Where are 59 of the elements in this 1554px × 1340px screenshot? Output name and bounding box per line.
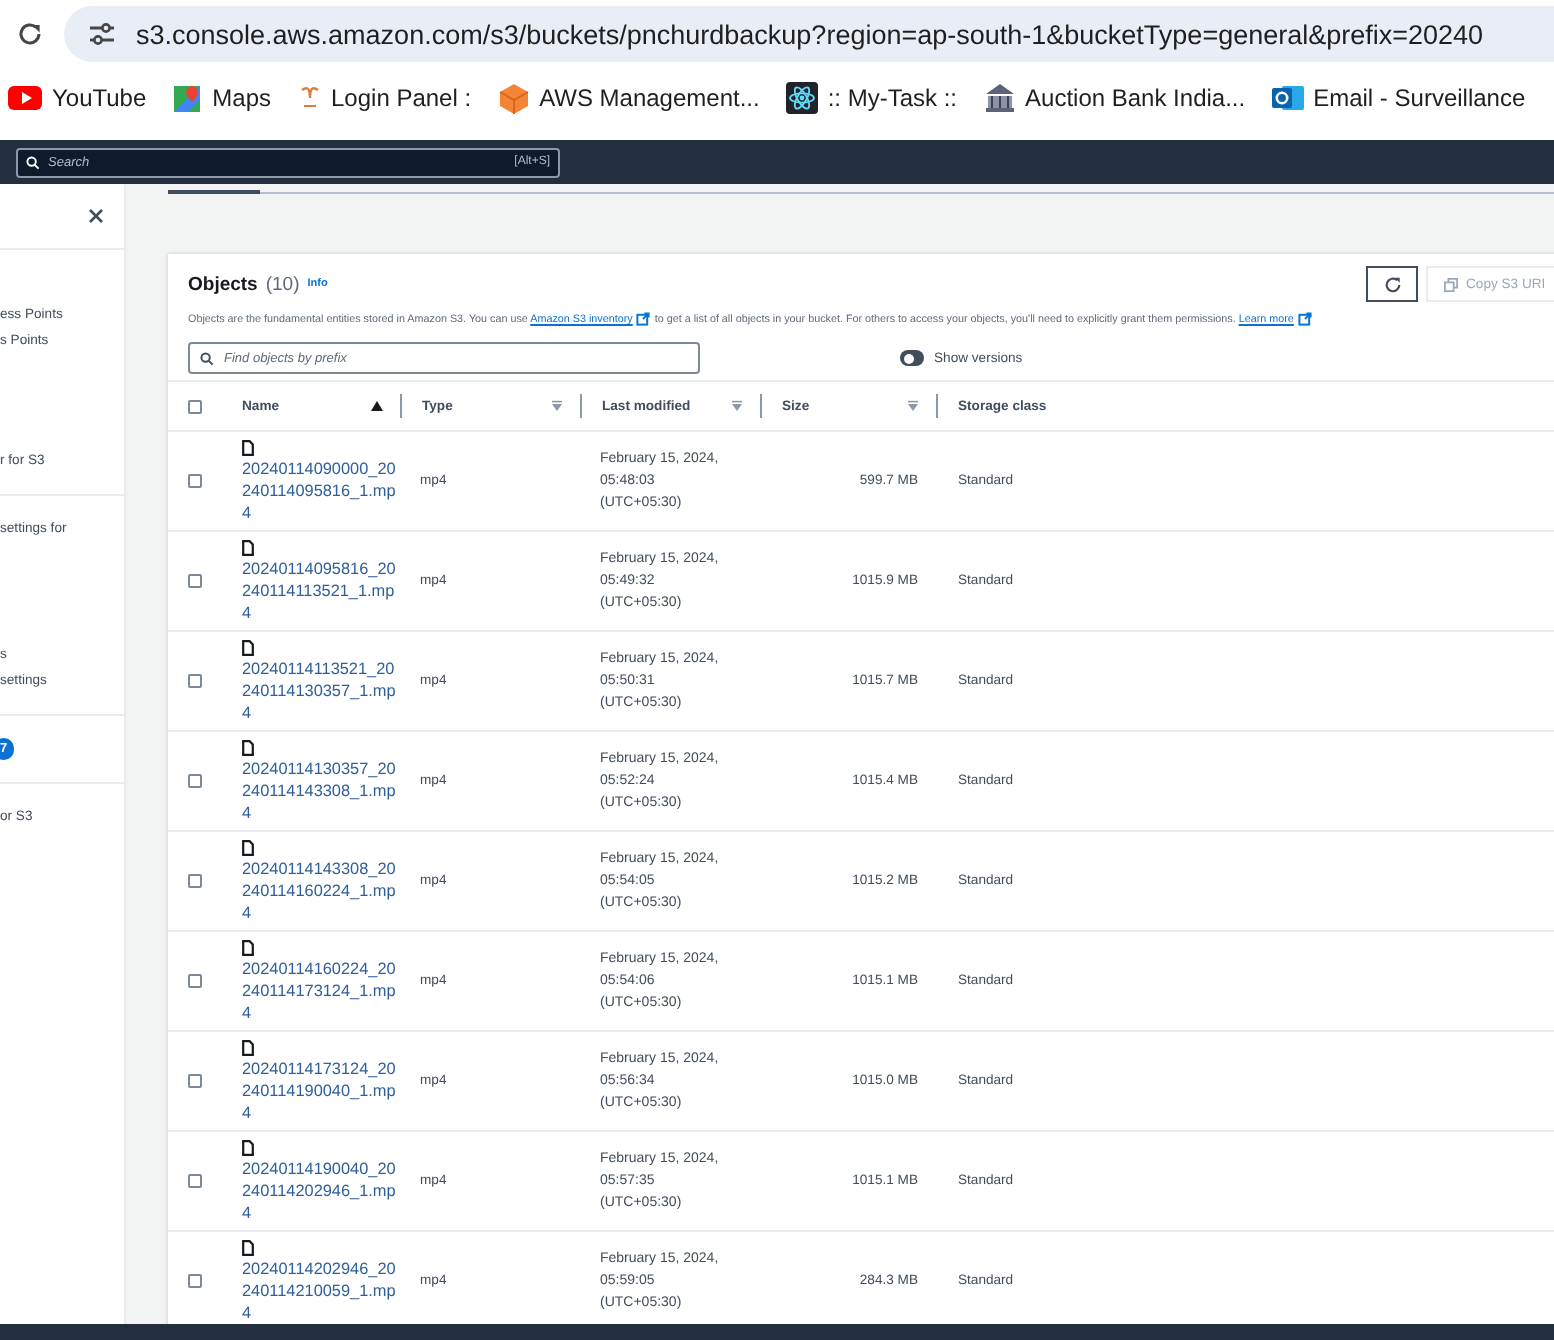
sort-icon[interactable] bbox=[550, 400, 564, 412]
bookmark-link[interactable]: :: My-Task :: bbox=[827, 84, 958, 112]
object-name-link[interactable]: 20240114130357_20240114143308_1.mp4 bbox=[242, 757, 398, 823]
sort-icon[interactable] bbox=[906, 400, 920, 412]
object-name-link[interactable]: 20240114143308_20240114160224_1.mp4 bbox=[242, 857, 398, 923]
row-checkbox[interactable] bbox=[188, 674, 202, 688]
close-icon[interactable] bbox=[88, 208, 104, 224]
row-checkbox[interactable] bbox=[188, 874, 202, 888]
building-icon bbox=[983, 82, 1016, 114]
object-name-link[interactable]: 20240114160224_20240114173124_1.mp4 bbox=[242, 957, 398, 1023]
file-icon bbox=[242, 939, 254, 955]
search-icon bbox=[200, 351, 214, 365]
object-name-link[interactable]: 20240114173124_20240114190040_1.mp4 bbox=[242, 1057, 398, 1123]
mail-logo-icon bbox=[1271, 82, 1304, 114]
refresh-button[interactable] bbox=[1366, 266, 1418, 302]
logo-icon bbox=[297, 84, 321, 112]
bookmark-link[interactable]: AWS Management... bbox=[539, 84, 760, 112]
file-icon bbox=[242, 1239, 254, 1255]
object-count: (10) bbox=[265, 273, 300, 295]
file-icon bbox=[242, 539, 254, 555]
row-checkbox[interactable] bbox=[188, 774, 202, 788]
versions-toggle[interactable] bbox=[900, 350, 924, 366]
select-all-checkbox[interactable] bbox=[188, 399, 202, 413]
object-name-link[interactable]: 20240114090000_20240114095816_1.mp4 bbox=[242, 457, 398, 523]
row-checkbox[interactable] bbox=[188, 1274, 202, 1288]
map-pin-icon bbox=[172, 83, 203, 113]
object-name-link[interactable]: 20240114190040_20240114202946_1.mp4 bbox=[242, 1157, 398, 1223]
sort-ascending-icon[interactable] bbox=[370, 400, 384, 412]
file-icon bbox=[242, 1139, 254, 1155]
sort-icon[interactable] bbox=[730, 400, 744, 412]
file-icon bbox=[242, 839, 254, 855]
copy-icon bbox=[1444, 277, 1458, 291]
bookmark-link[interactable]: YouTube bbox=[52, 84, 147, 112]
row-checkbox[interactable] bbox=[188, 574, 202, 588]
bookmark-link[interactable]: Login Panel : bbox=[331, 84, 472, 112]
bookmark-link[interactable]: Maps bbox=[212, 84, 271, 112]
play-logo-icon bbox=[8, 86, 42, 110]
object-name-link[interactable]: 20240114095816_20240114113521_1.mp4 bbox=[242, 557, 398, 623]
refresh-icon bbox=[1383, 275, 1401, 293]
row-checkbox[interactable] bbox=[188, 474, 202, 488]
bookmark-link[interactable]: Email - Surveillance bbox=[1313, 84, 1526, 112]
search-icon bbox=[26, 155, 40, 169]
cube-icon bbox=[497, 81, 530, 115]
site-settings-icon[interactable] bbox=[88, 22, 116, 46]
reload-icon[interactable] bbox=[16, 20, 44, 48]
file-icon bbox=[242, 1039, 254, 1055]
bookmark-link[interactable]: Auction Bank India... bbox=[1025, 84, 1246, 112]
row-checkbox[interactable] bbox=[188, 974, 202, 988]
object-name-link[interactable]: 20240114113521_20240114130357_1.mp4 bbox=[242, 657, 398, 723]
row-checkbox[interactable] bbox=[188, 1174, 202, 1188]
file-icon bbox=[242, 439, 254, 455]
panel-title: Objects bbox=[188, 273, 258, 295]
external-link-icon bbox=[636, 312, 651, 326]
external-link-icon bbox=[1297, 312, 1312, 326]
atom-icon bbox=[785, 82, 818, 114]
row-checkbox[interactable] bbox=[188, 1074, 202, 1088]
file-icon bbox=[242, 639, 254, 655]
file-icon bbox=[242, 739, 254, 755]
object-name-link[interactable]: 20240114202946_20240114210059_1.mp4 bbox=[242, 1257, 398, 1323]
